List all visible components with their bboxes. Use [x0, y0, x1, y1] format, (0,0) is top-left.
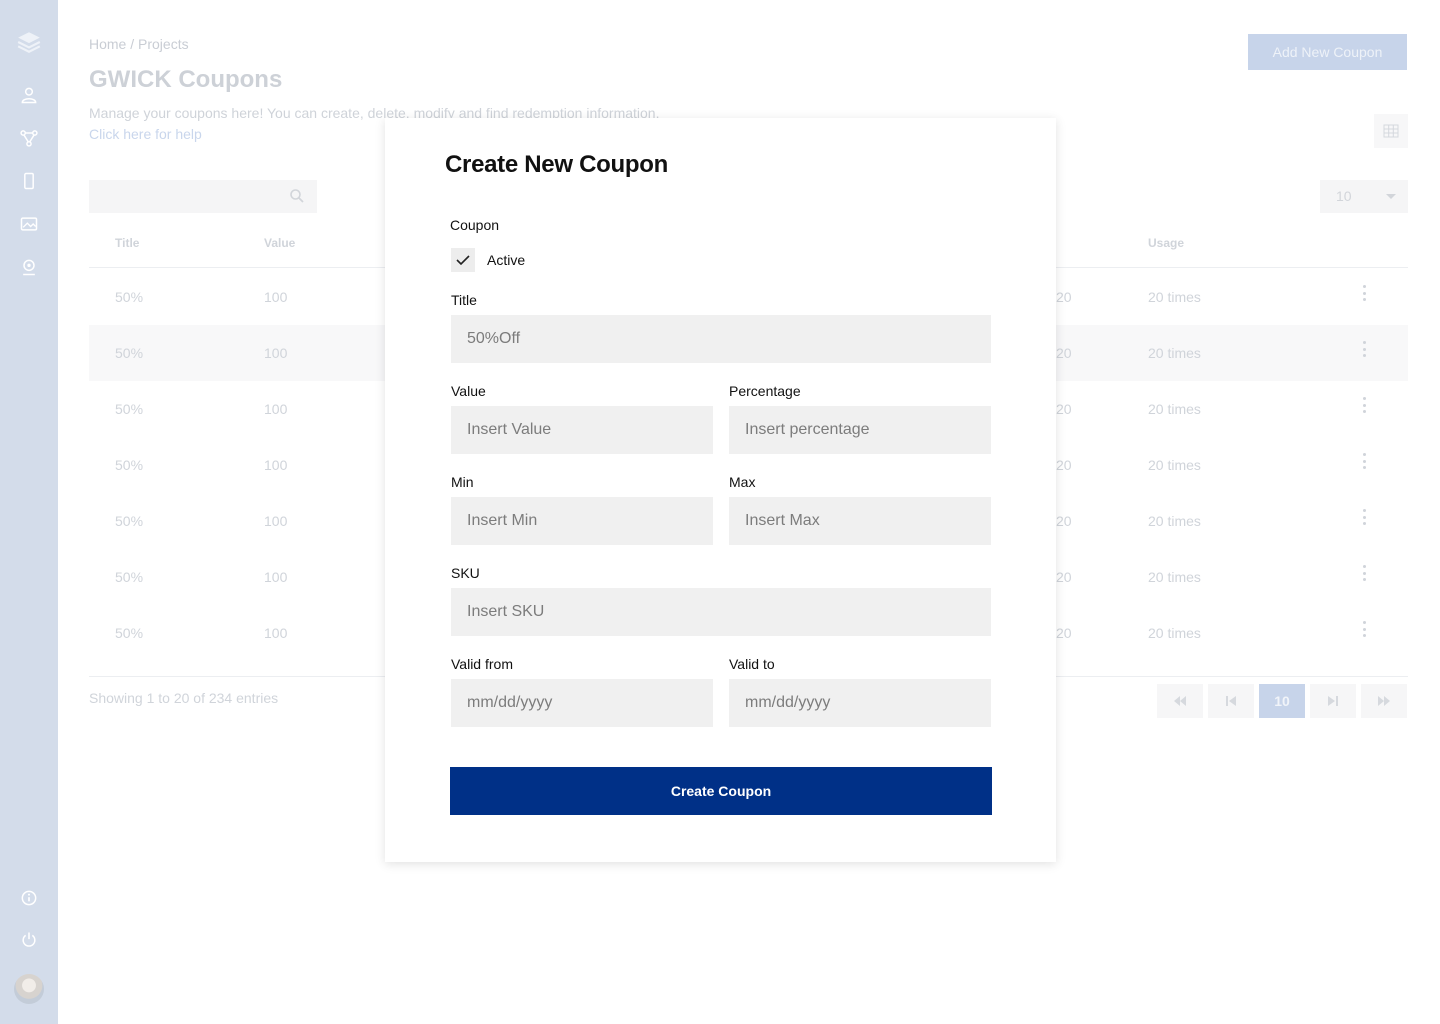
row-menu-icon[interactable] [1363, 509, 1367, 525]
grid-view-button[interactable] [1374, 114, 1408, 148]
cell-usage: 20 times [1148, 569, 1201, 585]
row-menu-icon[interactable] [1363, 285, 1367, 301]
column-header-value[interactable]: Value [264, 236, 295, 250]
row-menu-icon[interactable] [1363, 397, 1367, 413]
sku-label: SKU [451, 565, 480, 581]
support-icon[interactable] [18, 256, 40, 278]
add-new-coupon-button[interactable]: Add New Coupon [1248, 34, 1407, 70]
cell-date: 20 [1056, 569, 1072, 585]
sidebar [0, 0, 58, 1024]
layers-logo-icon[interactable] [15, 28, 43, 56]
search-icon [290, 189, 304, 203]
help-link[interactable]: Click here for help [89, 126, 202, 142]
user-icon[interactable] [18, 84, 40, 106]
title-input[interactable] [451, 315, 991, 363]
mobile-icon[interactable] [18, 170, 40, 192]
cell-usage: 20 times [1148, 457, 1201, 473]
percentage-label: Percentage [729, 383, 801, 399]
checkmark-icon [456, 255, 470, 266]
cell-date: 20 [1056, 345, 1072, 361]
value-label: Value [451, 383, 486, 399]
cell-date: 20 [1056, 401, 1072, 417]
cell-title: 50% [115, 625, 144, 641]
max-label: Max [729, 474, 756, 490]
double-chevron-right-icon [1378, 696, 1390, 706]
cell-date: 20 [1056, 457, 1072, 473]
column-header-title[interactable]: Title [115, 236, 139, 250]
info-icon[interactable] [18, 887, 40, 909]
cell-title: 50% [115, 457, 144, 473]
search-input[interactable] [89, 180, 317, 213]
cell-usage: 20 times [1148, 401, 1201, 417]
cell-date: 20 [1056, 289, 1072, 305]
create-coupon-modal: Create New Coupon Coupon Active Title Va… [385, 118, 1056, 862]
grid-icon [1383, 124, 1399, 138]
avatar[interactable] [14, 974, 44, 1004]
next-page-button[interactable] [1310, 684, 1356, 718]
power-icon[interactable] [18, 929, 40, 951]
first-page-button[interactable] [1157, 684, 1203, 718]
cell-title: 50% [115, 569, 144, 585]
last-page-button[interactable] [1361, 684, 1407, 718]
cell-usage: 20 times [1148, 625, 1201, 641]
column-header-usage[interactable]: Usage [1148, 236, 1184, 250]
valid-to-label: Valid to [729, 656, 775, 672]
gallery-icon[interactable] [18, 213, 40, 235]
cell-usage: 20 times [1148, 289, 1201, 305]
cell-value: 100 [264, 457, 288, 473]
max-input[interactable] [729, 497, 991, 545]
cell-value: 100 [264, 401, 288, 417]
value-input[interactable] [451, 406, 713, 454]
valid-to-input[interactable] [729, 679, 991, 727]
skip-next-icon [1328, 696, 1338, 706]
network-icon[interactable] [18, 127, 40, 149]
create-coupon-button[interactable]: Create Coupon [450, 767, 992, 815]
cell-title: 50% [115, 289, 144, 305]
active-checkbox[interactable] [451, 248, 475, 272]
min-input[interactable] [451, 497, 713, 545]
breadcrumb[interactable]: Home / Projects [89, 36, 189, 52]
cell-title: 50% [115, 345, 144, 361]
cell-value: 100 [264, 345, 288, 361]
percentage-input[interactable] [729, 406, 991, 454]
double-chevron-left-icon [1174, 696, 1186, 706]
cell-usage: 20 times [1148, 345, 1201, 361]
modal-title: Create New Coupon [445, 151, 668, 178]
cell-usage: 20 times [1148, 513, 1201, 529]
row-menu-icon[interactable] [1363, 453, 1367, 469]
title-label: Title [451, 292, 477, 308]
coupon-label: Coupon [450, 217, 500, 233]
entries-count: Showing 1 to 20 of 234 entries [89, 690, 279, 706]
row-menu-icon[interactable] [1363, 621, 1367, 637]
row-menu-icon[interactable] [1363, 341, 1367, 357]
valid-from-label: Valid from [451, 656, 513, 672]
page-title: GWICK Coupons [89, 66, 283, 93]
cell-value: 100 [264, 569, 288, 585]
per-page-value: 10 [1336, 188, 1352, 204]
valid-from-input[interactable] [451, 679, 713, 727]
cell-date: 20 [1056, 513, 1072, 529]
row-menu-icon[interactable] [1363, 565, 1367, 581]
cell-value: 100 [264, 289, 288, 305]
min-label: Min [451, 474, 474, 490]
sku-input[interactable] [451, 588, 991, 636]
cell-date: 20 [1056, 625, 1072, 641]
previous-page-button[interactable] [1208, 684, 1254, 718]
cell-value: 100 [264, 513, 288, 529]
per-page-select[interactable]: 10 [1320, 180, 1408, 213]
cell-value: 100 [264, 625, 288, 641]
skip-previous-icon [1226, 696, 1236, 706]
active-label[interactable]: Active [487, 252, 525, 268]
current-page-button[interactable]: 10 [1259, 684, 1305, 718]
cell-title: 50% [115, 401, 144, 417]
chevron-down-icon [1386, 194, 1396, 199]
cell-title: 50% [115, 513, 144, 529]
